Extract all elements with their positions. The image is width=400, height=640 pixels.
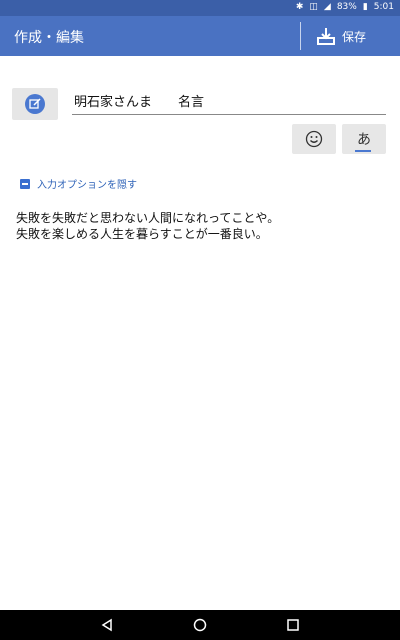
clock: 5:01 bbox=[373, 2, 394, 12]
body-text-area[interactable]: 失敗を失敗だと思わない人間になれってことや。 失敗を楽しめる人生を暮らすことが一… bbox=[16, 210, 386, 242]
recents-icon[interactable] bbox=[286, 618, 300, 632]
page-title: 作成・編集 bbox=[14, 30, 84, 46]
minus-icon bbox=[20, 178, 30, 189]
status-icons: ✱ ◫ ◢ 83% ▮ 5:01 bbox=[296, 2, 394, 12]
battery-percent: 83% bbox=[336, 2, 357, 12]
edit-icon bbox=[25, 94, 45, 114]
home-icon[interactable] bbox=[193, 618, 207, 632]
toggle-input-options[interactable]: 入力オプションを隠す bbox=[20, 176, 137, 191]
nav-bar bbox=[0, 610, 400, 640]
kana-underline bbox=[355, 150, 371, 152]
bluetooth-icon: ✱ bbox=[295, 2, 304, 12]
kana-glyph: あ bbox=[355, 129, 371, 152]
download-icon bbox=[317, 28, 335, 45]
edit-note-button[interactable] bbox=[12, 88, 58, 120]
kana-input-button[interactable]: あ bbox=[342, 124, 386, 154]
app-toolbar: 作成・編集 保存 bbox=[0, 16, 400, 56]
battery-icon: ▮ bbox=[362, 2, 368, 12]
toggle-label: 入力オプションを隠す bbox=[37, 180, 137, 191]
body-line: 失敗を失敗だと思わない人間になれってことや。 bbox=[16, 211, 280, 225]
save-label: 保存 bbox=[342, 29, 367, 44]
smiley-icon bbox=[305, 130, 323, 148]
status-bar: ✱ ◫ ◢ 83% ▮ 5:01 bbox=[0, 0, 400, 16]
emoji-button[interactable] bbox=[292, 124, 336, 154]
save-button[interactable]: 保存 bbox=[316, 24, 366, 48]
title-input[interactable]: 明石家さんま 名言 bbox=[72, 92, 386, 115]
toolbar-divider bbox=[300, 22, 301, 50]
back-icon[interactable] bbox=[100, 618, 114, 632]
vibrate-icon: ◫ bbox=[309, 2, 318, 12]
kana-label: あ bbox=[357, 132, 371, 148]
body-line: 失敗を楽しめる人生を暮らすことが一番良い。 bbox=[16, 227, 268, 241]
signal-icon: ◢ bbox=[323, 2, 331, 12]
